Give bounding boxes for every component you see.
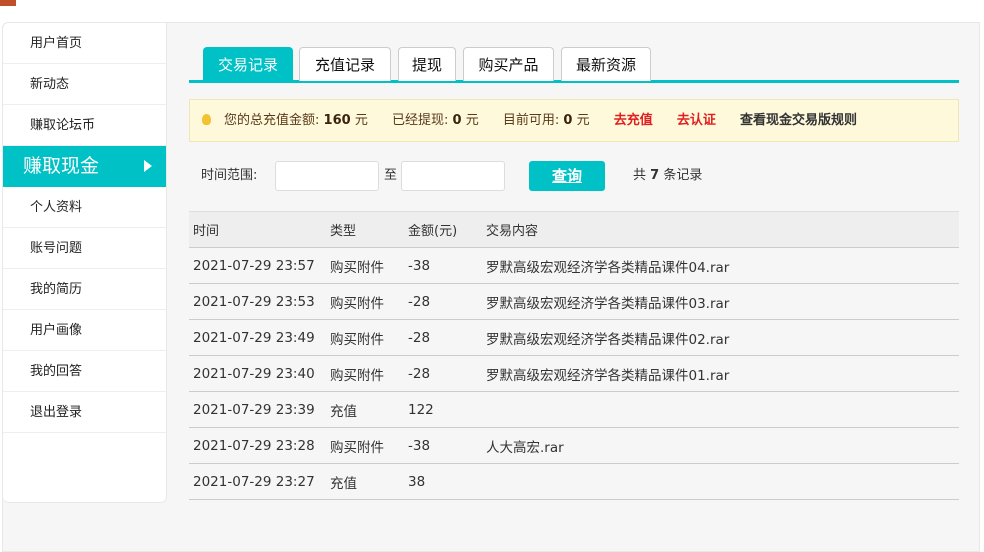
cell-amount: -28	[404, 283, 482, 320]
filter-label: 时间范围:	[201, 168, 258, 183]
verify-link[interactable]: 去认证	[677, 113, 716, 128]
available-label: 目前可用:	[502, 113, 560, 128]
header-type: 类型	[326, 211, 404, 248]
sidebar-item-news[interactable]: 新动态	[3, 64, 166, 105]
cell-amount: 38	[404, 463, 482, 500]
sidebar-item-resume[interactable]: 我的简历	[3, 269, 166, 310]
arrow-right-icon	[144, 160, 152, 172]
tab-bar: 交易记录 充值记录 提现 购买产品 最新资源	[189, 47, 959, 83]
count-prefix: 共	[633, 168, 647, 183]
sidebar-item-logout[interactable]: 退出登录	[3, 392, 166, 433]
unit: 元	[576, 113, 590, 128]
total-value: 160	[323, 113, 351, 128]
content-frame: 用户首页 新动态 赚取论坛币 赚取现金 个人资料 账号问题 我的简历 用户画像 …	[2, 22, 980, 552]
table-row: 2021-07-29 23:27 充值 38	[189, 463, 959, 500]
site-logo	[0, 0, 16, 6]
count-suffix: 条记录	[663, 168, 703, 183]
lightbulb-icon	[202, 114, 211, 125]
table-row: 2021-07-29 23:39 充值 122	[189, 391, 959, 428]
cell-time: 2021-07-29 23:27	[189, 463, 326, 500]
sidebar-item-label: 赚取现金	[23, 155, 100, 177]
cell-content: 罗默高级宏观经济学各类精品课件03.rar	[482, 283, 959, 320]
table-row: 2021-07-29 23:28 购买附件 -38 人大高宏.rar	[189, 427, 959, 464]
withdrawn-value: 0	[452, 113, 462, 128]
sidebar-item-home[interactable]: 用户首页	[3, 23, 166, 64]
end-date-input[interactable]	[401, 161, 505, 191]
cell-content	[482, 391, 959, 428]
tab-purchase[interactable]: 购买产品	[463, 47, 554, 81]
query-button[interactable]: 查询	[529, 161, 605, 191]
cell-content	[482, 463, 959, 500]
available-value: 0	[563, 113, 573, 128]
table-row: 2021-07-29 23:49 购买附件 -28 罗默高级宏观经济学各类精品课件02…	[189, 319, 959, 356]
unit: 元	[354, 113, 368, 128]
cell-type: 充值	[326, 391, 404, 428]
cell-time: 2021-07-29 23:49	[189, 319, 326, 356]
cell-time: 2021-07-29 23:28	[189, 427, 326, 464]
record-count: 共 7 条记录	[633, 161, 702, 191]
cell-type: 购买附件	[326, 427, 404, 464]
sidebar-item-earn-cash[interactable]: 赚取现金	[3, 146, 166, 187]
sidebar-item-profile[interactable]: 个人资料	[3, 187, 166, 228]
cell-type: 购买附件	[326, 247, 404, 284]
sidebar: 用户首页 新动态 赚取论坛币 赚取现金 个人资料 账号问题 我的简历 用户画像 …	[3, 23, 167, 503]
cell-time: 2021-07-29 23:53	[189, 283, 326, 320]
cell-time: 2021-07-29 23:40	[189, 355, 326, 392]
table-row: 2021-07-29 23:53 购买附件 -28 罗默高级宏观经济学各类精品课件03…	[189, 283, 959, 320]
total-label: 您的总充值金额:	[224, 113, 320, 128]
withdrawn-label: 已经提现:	[391, 113, 449, 128]
header-amount: 金额(元)	[404, 211, 482, 248]
unit: 元	[465, 113, 479, 128]
table-header: 时间 类型 金额(元) 交易内容	[189, 211, 959, 248]
sidebar-item-answers[interactable]: 我的回答	[3, 351, 166, 392]
table-row: 2021-07-29 23:57 购买附件 -38 罗默高级宏观经济学各类精品课件04…	[189, 247, 959, 284]
transactions-table: 时间 类型 金额(元) 交易内容 2021-07-29 23:57 购买附件 -38…	[189, 211, 959, 500]
tab-transactions[interactable]: 交易记录	[203, 47, 293, 81]
cell-content: 罗默高级宏观经济学各类精品课件01.rar	[482, 355, 959, 392]
count-value: 7	[650, 168, 660, 183]
to-label: 至	[384, 168, 398, 183]
cell-type: 购买附件	[326, 319, 404, 356]
recharge-link[interactable]: 去充值	[614, 113, 653, 128]
header-time: 时间	[189, 211, 326, 248]
date-filter: 时间范围: 至 查询 共 7 条记录	[189, 161, 959, 191]
cell-amount: -28	[404, 319, 482, 356]
cell-type: 购买附件	[326, 355, 404, 392]
tab-latest[interactable]: 最新资源	[561, 47, 651, 81]
cell-time: 2021-07-29 23:39	[189, 391, 326, 428]
cell-time: 2021-07-29 23:57	[189, 247, 326, 284]
table-row: 2021-07-29 23:40 购买附件 -28 罗默高级宏观经济学各类精品课件01…	[189, 355, 959, 392]
sidebar-item-portrait[interactable]: 用户画像	[3, 310, 166, 351]
cell-amount: 122	[404, 391, 482, 428]
tab-withdraw[interactable]: 提现	[398, 47, 456, 81]
cell-content: 罗默高级宏观经济学各类精品课件04.rar	[482, 247, 959, 284]
sidebar-item-account[interactable]: 账号问题	[3, 228, 166, 269]
cell-content: 人大高宏.rar	[482, 427, 959, 464]
cell-type: 充值	[326, 463, 404, 500]
rules-link[interactable]: 查看现金交易版规则	[740, 113, 857, 128]
cell-content: 罗默高级宏观经济学各类精品课件02.rar	[482, 319, 959, 356]
cell-type: 购买附件	[326, 283, 404, 320]
balance-notice: 您的总充值金额: 160 元 已经提现: 0 元 目前可用: 0 元 去充值 去…	[189, 99, 959, 142]
tab-recharges[interactable]: 充值记录	[299, 47, 391, 81]
start-date-input[interactable]	[275, 161, 379, 191]
header-content: 交易内容	[482, 211, 959, 248]
cell-amount: -28	[404, 355, 482, 392]
cell-amount: -38	[404, 427, 482, 464]
cell-amount: -38	[404, 247, 482, 284]
sidebar-item-earn-coins[interactable]: 赚取论坛币	[3, 105, 166, 146]
